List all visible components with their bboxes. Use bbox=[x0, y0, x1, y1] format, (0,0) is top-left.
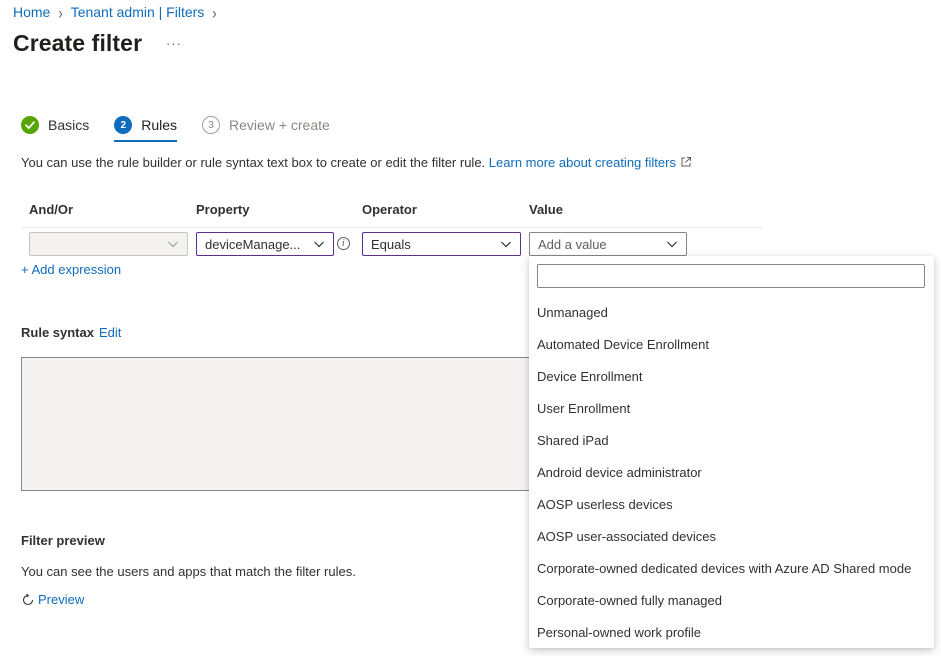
step-number-icon: 2 bbox=[114, 116, 133, 134]
option-corporate-owned-fully-managed[interactable]: Corporate-owned fully managed bbox=[537, 593, 722, 608]
more-options-button[interactable]: ··· bbox=[166, 36, 182, 51]
option-aosp-user-associated-devices[interactable]: AOSP user-associated devices bbox=[537, 529, 716, 544]
chevron-right-icon: › bbox=[58, 2, 63, 22]
property-dropdown[interactable]: deviceManage... bbox=[196, 232, 334, 256]
chevron-down-icon bbox=[667, 241, 677, 248]
chevron-down-icon bbox=[168, 241, 178, 248]
operator-value: Equals bbox=[371, 236, 411, 252]
rule-syntax-edit-link[interactable]: Edit bbox=[99, 325, 121, 340]
option-aosp-userless-devices[interactable]: AOSP userless devices bbox=[537, 497, 673, 512]
option-automated-device-enrollment[interactable]: Automated Device Enrollment bbox=[537, 337, 709, 352]
breadcrumb: Home › Tenant admin | Filters › bbox=[13, 2, 225, 22]
wizard-steps: Basics 2 Rules 3 Review + create bbox=[21, 114, 355, 142]
checkmark-icon bbox=[21, 116, 39, 134]
chevron-right-icon: › bbox=[212, 2, 217, 22]
intro-text: You can use the rule builder or rule syn… bbox=[21, 155, 692, 170]
learn-more-link-label: Learn more about creating filters bbox=[488, 155, 676, 170]
value-dropdown[interactable]: Add a value bbox=[529, 232, 687, 256]
value-search-input[interactable] bbox=[537, 264, 925, 288]
step-label: Basics bbox=[48, 117, 90, 133]
step-label: Rules bbox=[141, 117, 178, 133]
step-basics[interactable]: Basics bbox=[21, 114, 89, 136]
option-personal-owned-work-profile[interactable]: Personal-owned work profile bbox=[537, 625, 701, 640]
table-divider bbox=[21, 227, 763, 228]
intro-description: You can use the rule builder or rule syn… bbox=[21, 155, 486, 170]
option-shared-ipad[interactable]: Shared iPad bbox=[537, 433, 609, 448]
option-corporate-owned-dedicated-shared-mode[interactable]: Corporate-owned dedicated devices with A… bbox=[537, 561, 911, 576]
learn-more-link[interactable]: Learn more about creating filters bbox=[489, 155, 692, 170]
preview-link[interactable]: Preview bbox=[21, 592, 84, 607]
value-placeholder: Add a value bbox=[538, 236, 607, 252]
refresh-icon bbox=[22, 593, 34, 605]
rule-syntax-textbox[interactable] bbox=[21, 357, 541, 491]
option-android-device-administrator[interactable]: Android device administrator bbox=[537, 465, 702, 480]
operator-dropdown[interactable]: Equals bbox=[362, 232, 521, 256]
preview-label: Preview bbox=[38, 592, 85, 607]
step-number-icon: 3 bbox=[202, 116, 221, 134]
chevron-down-icon bbox=[501, 241, 511, 248]
external-link-icon bbox=[681, 157, 691, 167]
rule-syntax-label: Rule syntax bbox=[21, 325, 94, 340]
value-options-panel: Unmanaged Automated Device Enrollment De… bbox=[529, 256, 934, 648]
header-property: Property bbox=[196, 202, 250, 217]
filter-preview-title: Filter preview bbox=[21, 533, 105, 548]
header-value: Value bbox=[529, 202, 563, 217]
option-user-enrollment[interactable]: User Enrollment bbox=[537, 401, 630, 416]
chevron-down-icon bbox=[314, 241, 324, 248]
add-expression-link[interactable]: + Add expression bbox=[21, 262, 121, 277]
step-rules[interactable]: 2 Rules bbox=[114, 114, 178, 142]
and-or-dropdown[interactable] bbox=[29, 232, 188, 256]
step-label: Review + create bbox=[229, 117, 330, 133]
step-review-create[interactable]: 3 Review + create bbox=[202, 114, 330, 136]
property-value: deviceManage... bbox=[205, 236, 301, 252]
page-title: Create filter bbox=[13, 30, 143, 56]
option-unmanaged[interactable]: Unmanaged bbox=[537, 305, 608, 320]
filter-preview-description: You can see the users and apps that matc… bbox=[21, 564, 356, 579]
header-operator: Operator bbox=[362, 202, 417, 217]
breadcrumb-tenant-admin-filters[interactable]: Tenant admin | Filters bbox=[71, 4, 205, 20]
breadcrumb-home[interactable]: Home bbox=[13, 4, 50, 20]
info-icon[interactable]: i bbox=[337, 237, 350, 250]
option-device-enrollment[interactable]: Device Enrollment bbox=[537, 369, 643, 384]
header-and-or: And/Or bbox=[29, 202, 74, 217]
